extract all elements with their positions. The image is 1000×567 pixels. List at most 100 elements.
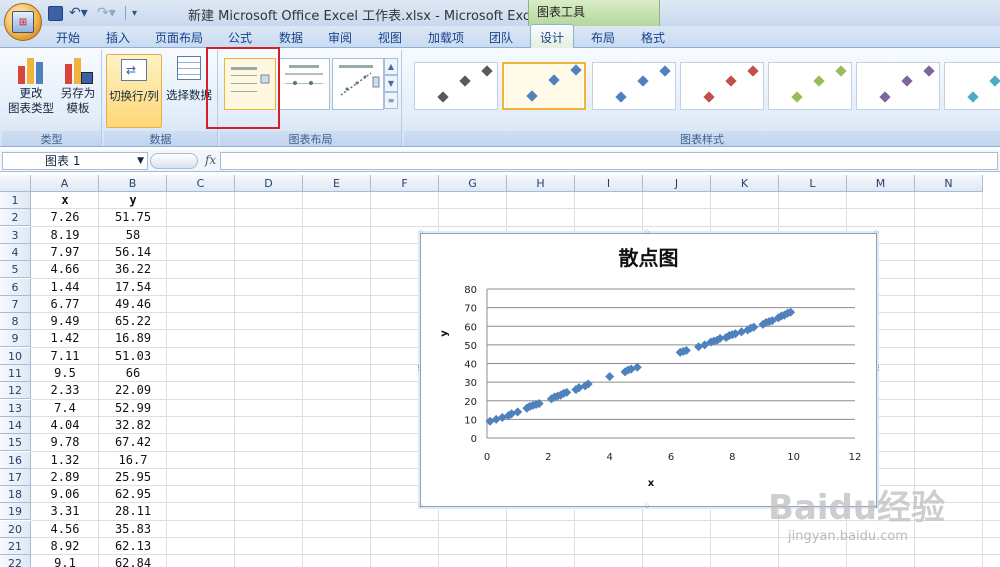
row-header-15[interactable]: 15 <box>0 434 31 452</box>
column-header-j[interactable]: J <box>643 175 711 192</box>
chart-style-7-thumb[interactable] <box>944 62 1000 110</box>
layouts-more-icon[interactable]: ≡ <box>384 92 398 109</box>
row-header-20[interactable]: 20 <box>0 520 31 538</box>
table-cell[interactable]: 4.66 <box>31 261 99 278</box>
tab-insert[interactable]: 插入 <box>106 29 130 46</box>
table-cell[interactable]: 9.49 <box>31 313 99 330</box>
office-button[interactable]: ⊞ <box>4 3 42 41</box>
table-cell[interactable]: 25.95 <box>99 469 167 486</box>
formula-bar-splitter[interactable] <box>150 153 198 169</box>
column-header-c[interactable]: C <box>167 175 235 192</box>
change-chart-type-button[interactable]: 更改 图表类型 <box>6 54 56 128</box>
tab-team[interactable]: 团队 <box>489 29 513 46</box>
row-header-13[interactable]: 13 <box>0 399 31 417</box>
table-cell[interactable]: 22.09 <box>99 382 167 399</box>
table-cell[interactable]: 1.42 <box>31 330 99 347</box>
table-cell[interactable]: 36.22 <box>99 261 167 278</box>
row-header-4[interactable]: 4 <box>0 243 31 261</box>
chart-resize-handle[interactable]: ⁘ <box>872 503 880 512</box>
column-header-e[interactable]: E <box>303 175 371 192</box>
chart-style-2-thumb[interactable] <box>502 62 586 110</box>
table-cell[interactable]: 65.22 <box>99 313 167 330</box>
row-header-16[interactable]: 16 <box>0 451 31 469</box>
column-header-b[interactable]: B <box>99 175 167 192</box>
layouts-scroll-up-icon[interactable]: ▲ <box>384 58 398 75</box>
column-header-m[interactable]: M <box>847 175 915 192</box>
table-cell[interactable]: 62.13 <box>99 538 167 555</box>
row-header-17[interactable]: 17 <box>0 468 31 486</box>
table-cell[interactable]: 2.89 <box>31 469 99 486</box>
select-all-corner[interactable] <box>0 175 31 192</box>
save-as-template-button[interactable]: 另存为 模板 <box>54 54 102 128</box>
chart-layout-3-thumb[interactable] <box>332 58 384 110</box>
formula-input[interactable] <box>220 152 998 170</box>
table-cell[interactable]: 6.77 <box>31 296 99 313</box>
table-cell[interactable]: 1.44 <box>31 279 99 296</box>
tab-view[interactable]: 视图 <box>378 29 402 46</box>
tab-data[interactable]: 数据 <box>279 29 303 46</box>
tab-home[interactable]: 开始 <box>56 29 80 46</box>
table-cell[interactable]: 3.31 <box>31 503 99 520</box>
tab-formulas[interactable]: 公式 <box>228 29 252 46</box>
row-header-3[interactable]: 3 <box>0 226 31 244</box>
table-cell[interactable]: 7.26 <box>31 209 99 226</box>
chart-resize-handle[interactable]: ⁝ <box>417 365 420 374</box>
table-cell[interactable]: 9.78 <box>31 434 99 451</box>
row-header-9[interactable]: 9 <box>0 330 31 348</box>
table-cell[interactable]: 7.4 <box>31 400 99 417</box>
table-cell[interactable]: 56.14 <box>99 244 167 261</box>
tab-design[interactable]: 设计 <box>530 24 574 48</box>
column-header-a[interactable]: A <box>31 175 99 192</box>
row-header-1[interactable]: 1 <box>0 192 31 209</box>
row-header-12[interactable]: 12 <box>0 382 31 400</box>
name-box-dropdown-icon[interactable]: ▼ <box>137 153 144 169</box>
table-cell[interactable]: 58 <box>99 227 167 244</box>
tab-addins[interactable]: 加载项 <box>428 29 464 46</box>
table-cell[interactable]: 1.32 <box>31 452 99 469</box>
row-header-10[interactable]: 10 <box>0 347 31 365</box>
chart-resize-handle[interactable]: ⁘ <box>643 503 651 512</box>
column-header-k[interactable]: K <box>711 175 779 192</box>
tab-page-layout[interactable]: 页面布局 <box>155 29 203 46</box>
column-header-i[interactable]: I <box>575 175 643 192</box>
chart-style-1-thumb[interactable] <box>414 62 498 110</box>
column-header-h[interactable]: H <box>507 175 575 192</box>
table-cell[interactable]: 8.92 <box>31 538 99 555</box>
table-cell[interactable]: 51.75 <box>99 209 167 226</box>
row-header-6[interactable]: 6 <box>0 278 31 296</box>
chart-resize-handle[interactable]: ⁘ <box>417 229 425 238</box>
redo-icon[interactable]: ↷▾ <box>97 5 119 21</box>
table-cell[interactable]: 51.03 <box>99 348 167 365</box>
chart-resize-handle[interactable]: ⁘ <box>417 503 425 512</box>
row-header-7[interactable]: 7 <box>0 295 31 313</box>
customize-qat-icon[interactable]: ▾ <box>132 6 147 21</box>
tab-review[interactable]: 审阅 <box>328 29 352 46</box>
row-header-14[interactable]: 14 <box>0 416 31 434</box>
chart-style-5-thumb[interactable] <box>768 62 852 110</box>
table-cell[interactable]: 9.5 <box>31 365 99 382</box>
column-header-l[interactable]: L <box>779 175 847 192</box>
row-header-11[interactable]: 11 <box>0 365 31 382</box>
row-header-22[interactable]: 22 <box>0 555 31 567</box>
row-header-21[interactable]: 21 <box>0 538 31 555</box>
insert-function-icon[interactable]: fx <box>205 153 216 167</box>
tab-format[interactable]: 格式 <box>641 29 665 46</box>
table-cell[interactable]: 17.54 <box>99 279 167 296</box>
table-cell[interactable]: 16.89 <box>99 330 167 347</box>
save-icon[interactable] <box>48 5 63 21</box>
table-cell[interactable]: 8.19 <box>31 227 99 244</box>
column-header-n[interactable]: N <box>915 175 983 192</box>
table-cell[interactable]: 4.56 <box>31 521 99 538</box>
table-cell[interactable]: 49.46 <box>99 296 167 313</box>
table-cell[interactable]: 9.06 <box>31 486 99 503</box>
chart-style-6-thumb[interactable] <box>856 62 940 110</box>
table-cell[interactable]: 2.33 <box>31 382 99 399</box>
tab-layout[interactable]: 布局 <box>591 29 615 46</box>
column-header-f[interactable]: F <box>371 175 439 192</box>
table-cell[interactable]: 4.04 <box>31 417 99 434</box>
chart-resize-handle[interactable]: ⁘ <box>872 229 880 238</box>
chart-layout-2-thumb[interactable] <box>278 58 330 110</box>
undo-icon[interactable]: ↶▾ <box>69 5 91 21</box>
chart-resize-handle[interactable]: ⁘ <box>643 229 651 238</box>
row-header-8[interactable]: 8 <box>0 313 31 331</box>
